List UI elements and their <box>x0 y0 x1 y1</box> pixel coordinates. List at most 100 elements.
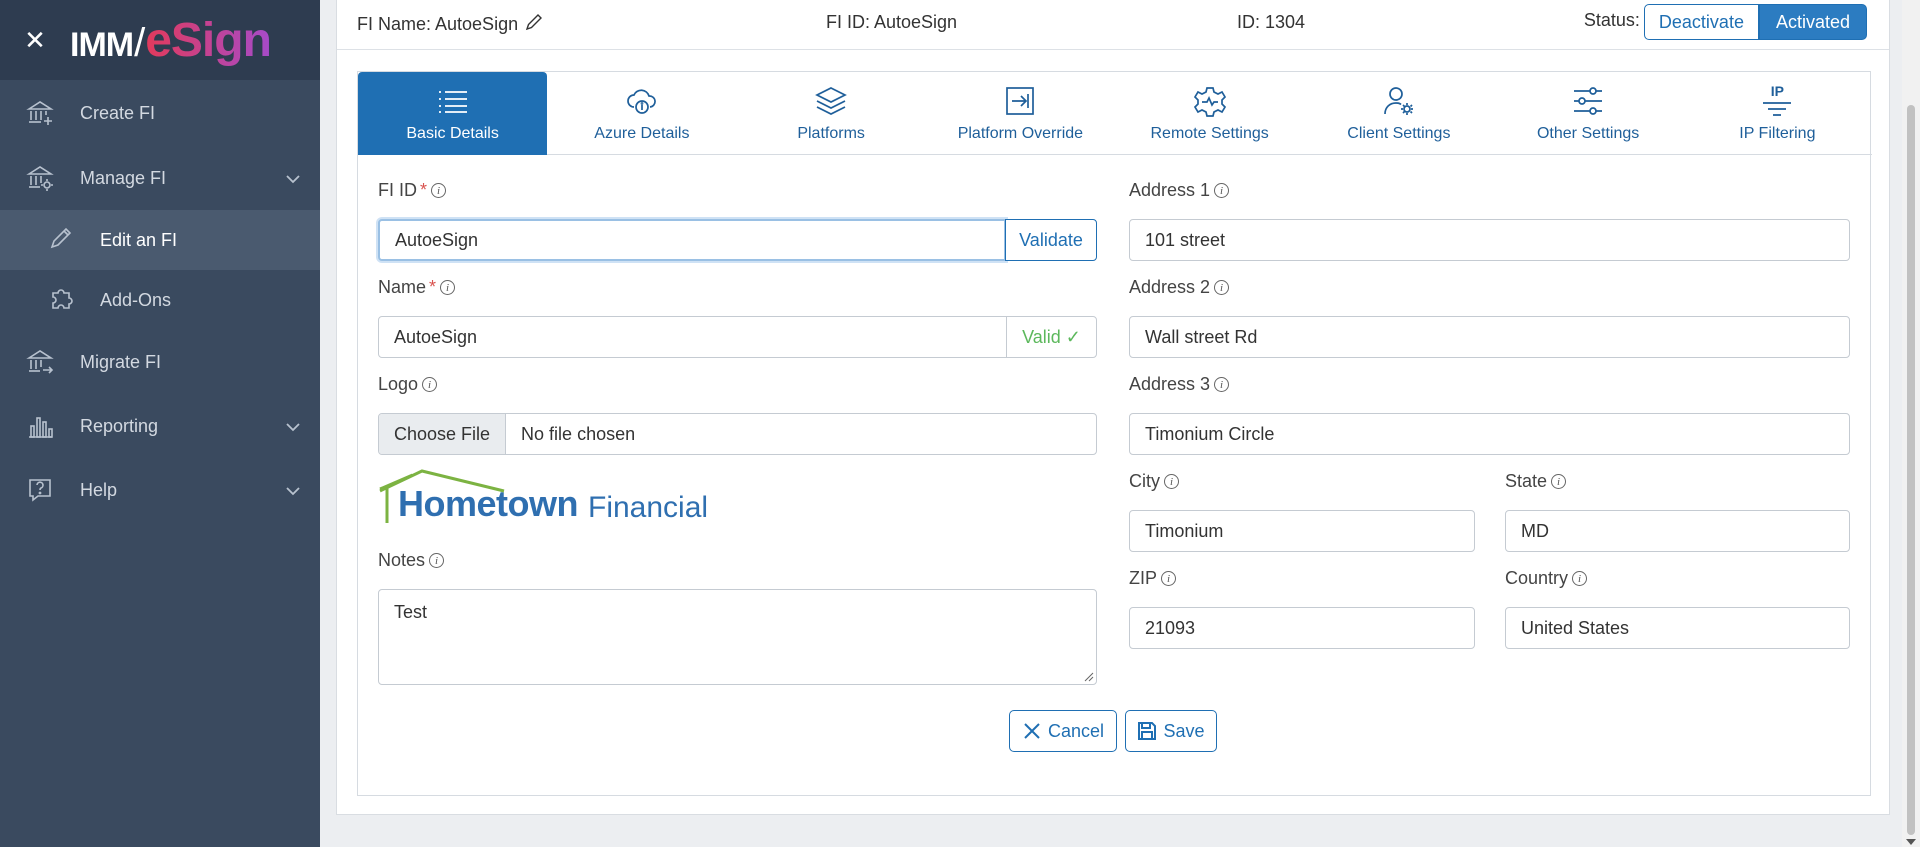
city-input[interactable]: Timonium <box>1129 510 1475 552</box>
sidebar-header: ✕ IMM / eSign <box>0 0 320 80</box>
notes-textarea[interactable]: Test <box>378 589 1097 685</box>
notes-label: Notes i <box>378 550 445 571</box>
info-icon[interactable]: i <box>422 377 438 392</box>
bank-gear-icon <box>0 164 80 192</box>
info-icon[interactable]: i <box>1214 280 1230 295</box>
resize-handle-icon[interactable] <box>1084 672 1094 682</box>
tab-client-settings[interactable]: Client Settings <box>1304 72 1493 155</box>
logo-file-input[interactable]: Choose File No file chosen <box>378 413 1097 455</box>
tab-azure-details[interactable]: Azure Details <box>547 72 736 155</box>
chevron-down-icon[interactable] <box>286 168 300 189</box>
valid-indicator: Valid ✓ <box>1006 316 1097 358</box>
validate-button[interactable]: Validate <box>1005 219 1097 261</box>
status-label: Status: <box>1583 9 1640 30</box>
info-icon[interactable]: i <box>1161 571 1177 586</box>
label-text: City <box>1129 471 1160 491</box>
choose-file-button[interactable]: Choose File <box>379 414 507 454</box>
activated-button[interactable]: Activated <box>1758 4 1867 40</box>
info-icon[interactable]: i <box>1572 571 1588 586</box>
logo-label: Logo i <box>378 374 438 395</box>
gear-pulse-icon <box>1193 83 1227 119</box>
tab-label: Client Settings <box>1347 125 1451 142</box>
sidebar-item-label: Reporting <box>80 415 159 436</box>
info-icon[interactable]: i <box>1214 377 1230 392</box>
fi-header: FI Name: AutoeSign FI ID: AutoeSign ID: … <box>337 0 1889 50</box>
tab-platforms[interactable]: Platforms <box>737 72 926 155</box>
logo-brand-suffix: Financial <box>588 491 709 524</box>
tab-platform-override[interactable]: Platform Override <box>926 72 1115 155</box>
sliders-icon <box>1571 83 1605 119</box>
sidebar-item-migrate-fi[interactable]: Migrate FI <box>0 330 320 394</box>
address3-input[interactable]: Timonium Circle <box>1129 413 1850 455</box>
cancel-button[interactable]: Cancel <box>1009 710 1117 752</box>
cancel-label: Cancel <box>1047 720 1105 741</box>
close-icon <box>1024 723 1040 739</box>
info-icon[interactable]: i <box>440 280 456 295</box>
tab-label: Basic Details <box>406 125 499 142</box>
tab-other-settings[interactable]: Other Settings <box>1494 72 1683 155</box>
country-input[interactable]: United States <box>1505 607 1850 649</box>
notes-value: Test <box>394 602 428 622</box>
name-label: Name * i <box>378 277 456 298</box>
sidebar: ✕ IMM / eSign Create FI Manage FI Edit a… <box>0 0 320 847</box>
status-toggle: Deactivate Activated <box>1643 4 1867 40</box>
country-label: Country i <box>1505 568 1588 589</box>
tab-label: Platform Override <box>957 125 1084 142</box>
tab-label: IP Filtering <box>1739 125 1816 142</box>
label-text: Notes <box>378 550 426 570</box>
tab-bar: Basic Details Azure Details Platforms Pl… <box>358 72 1872 155</box>
sidebar-item-create-fi[interactable]: Create FI <box>0 80 320 146</box>
info-icon[interactable]: i <box>1214 183 1230 198</box>
info-icon[interactable]: i <box>1164 474 1179 489</box>
sidebar-item-edit-fi[interactable]: Edit an FI <box>0 210 320 270</box>
fi-name-text: FI Name: AutoeSign <box>357 14 519 34</box>
fi-card: FI Name: AutoeSign FI ID: AutoeSign ID: … <box>336 0 1890 815</box>
layers-icon <box>814 83 848 119</box>
app-root: ✕ IMM / eSign Create FI Manage FI Edit a… <box>0 0 1920 847</box>
fi-id-label: FI ID * i <box>378 180 447 201</box>
sidebar-item-help[interactable]: Help <box>0 458 320 522</box>
user-gear-icon <box>1382 83 1416 119</box>
page-scrollbar[interactable] <box>1902 0 1920 847</box>
chevron-down-icon[interactable] <box>286 416 300 437</box>
address2-input[interactable]: Wall street Rd <box>1129 316 1850 358</box>
sidebar-item-label: Edit an FI <box>100 229 178 250</box>
pencil-icon <box>0 225 100 256</box>
filter-icon: IP <box>1760 83 1794 119</box>
info-icon[interactable]: i <box>431 183 447 198</box>
sidebar-item-label: Create FI <box>80 102 156 123</box>
cloud-icon <box>625 83 659 119</box>
zip-input[interactable]: 21093 <box>1129 607 1475 649</box>
main-content: FI Name: AutoeSign FI ID: AutoeSign ID: … <box>336 0 1896 847</box>
logo-esign: eSign <box>145 13 272 67</box>
scrollbar-thumb[interactable] <box>1907 105 1915 835</box>
sidebar-item-manage-fi[interactable]: Manage FI <box>0 146 320 210</box>
fi-id-input[interactable]: AutoeSign <box>378 219 1006 261</box>
info-icon[interactable]: i <box>1551 474 1567 489</box>
floppy-disk-icon <box>1138 722 1157 740</box>
info-icon[interactable]: i <box>429 553 445 568</box>
save-label: Save <box>1163 720 1205 741</box>
required-mark: * <box>420 180 428 200</box>
chevron-down-icon[interactable] <box>286 480 300 501</box>
tab-ip-filtering[interactable]: IP IP Filtering <box>1683 72 1872 155</box>
address1-label: Address 1 i <box>1129 180 1230 201</box>
name-input[interactable]: AutoeSign <box>378 316 1007 358</box>
pencil-icon[interactable] <box>524 12 544 37</box>
deactivate-button[interactable]: Deactivate <box>1643 4 1759 40</box>
tab-basic-details[interactable]: Basic Details <box>358 72 548 155</box>
close-icon[interactable]: ✕ <box>0 25 70 56</box>
scroll-down-arrow-icon[interactable] <box>1906 839 1916 845</box>
label-text: Address 2 <box>1129 277 1211 297</box>
sidebar-item-add-ons[interactable]: Add-Ons <box>0 270 320 330</box>
details-panel: Basic Details Azure Details Platforms Pl… <box>357 71 1872 796</box>
label-text: ZIP <box>1129 568 1158 588</box>
logo-slash: / <box>134 20 145 65</box>
save-button[interactable]: Save <box>1125 710 1217 752</box>
sidebar-item-reporting[interactable]: Reporting <box>0 394 320 458</box>
label-text: Address 1 <box>1129 180 1211 200</box>
state-input[interactable]: MD <box>1505 510 1850 552</box>
tab-remote-settings[interactable]: Remote Settings <box>1115 72 1304 155</box>
address2-label: Address 2 i <box>1129 277 1230 298</box>
address1-input[interactable]: 101 street <box>1129 219 1850 261</box>
